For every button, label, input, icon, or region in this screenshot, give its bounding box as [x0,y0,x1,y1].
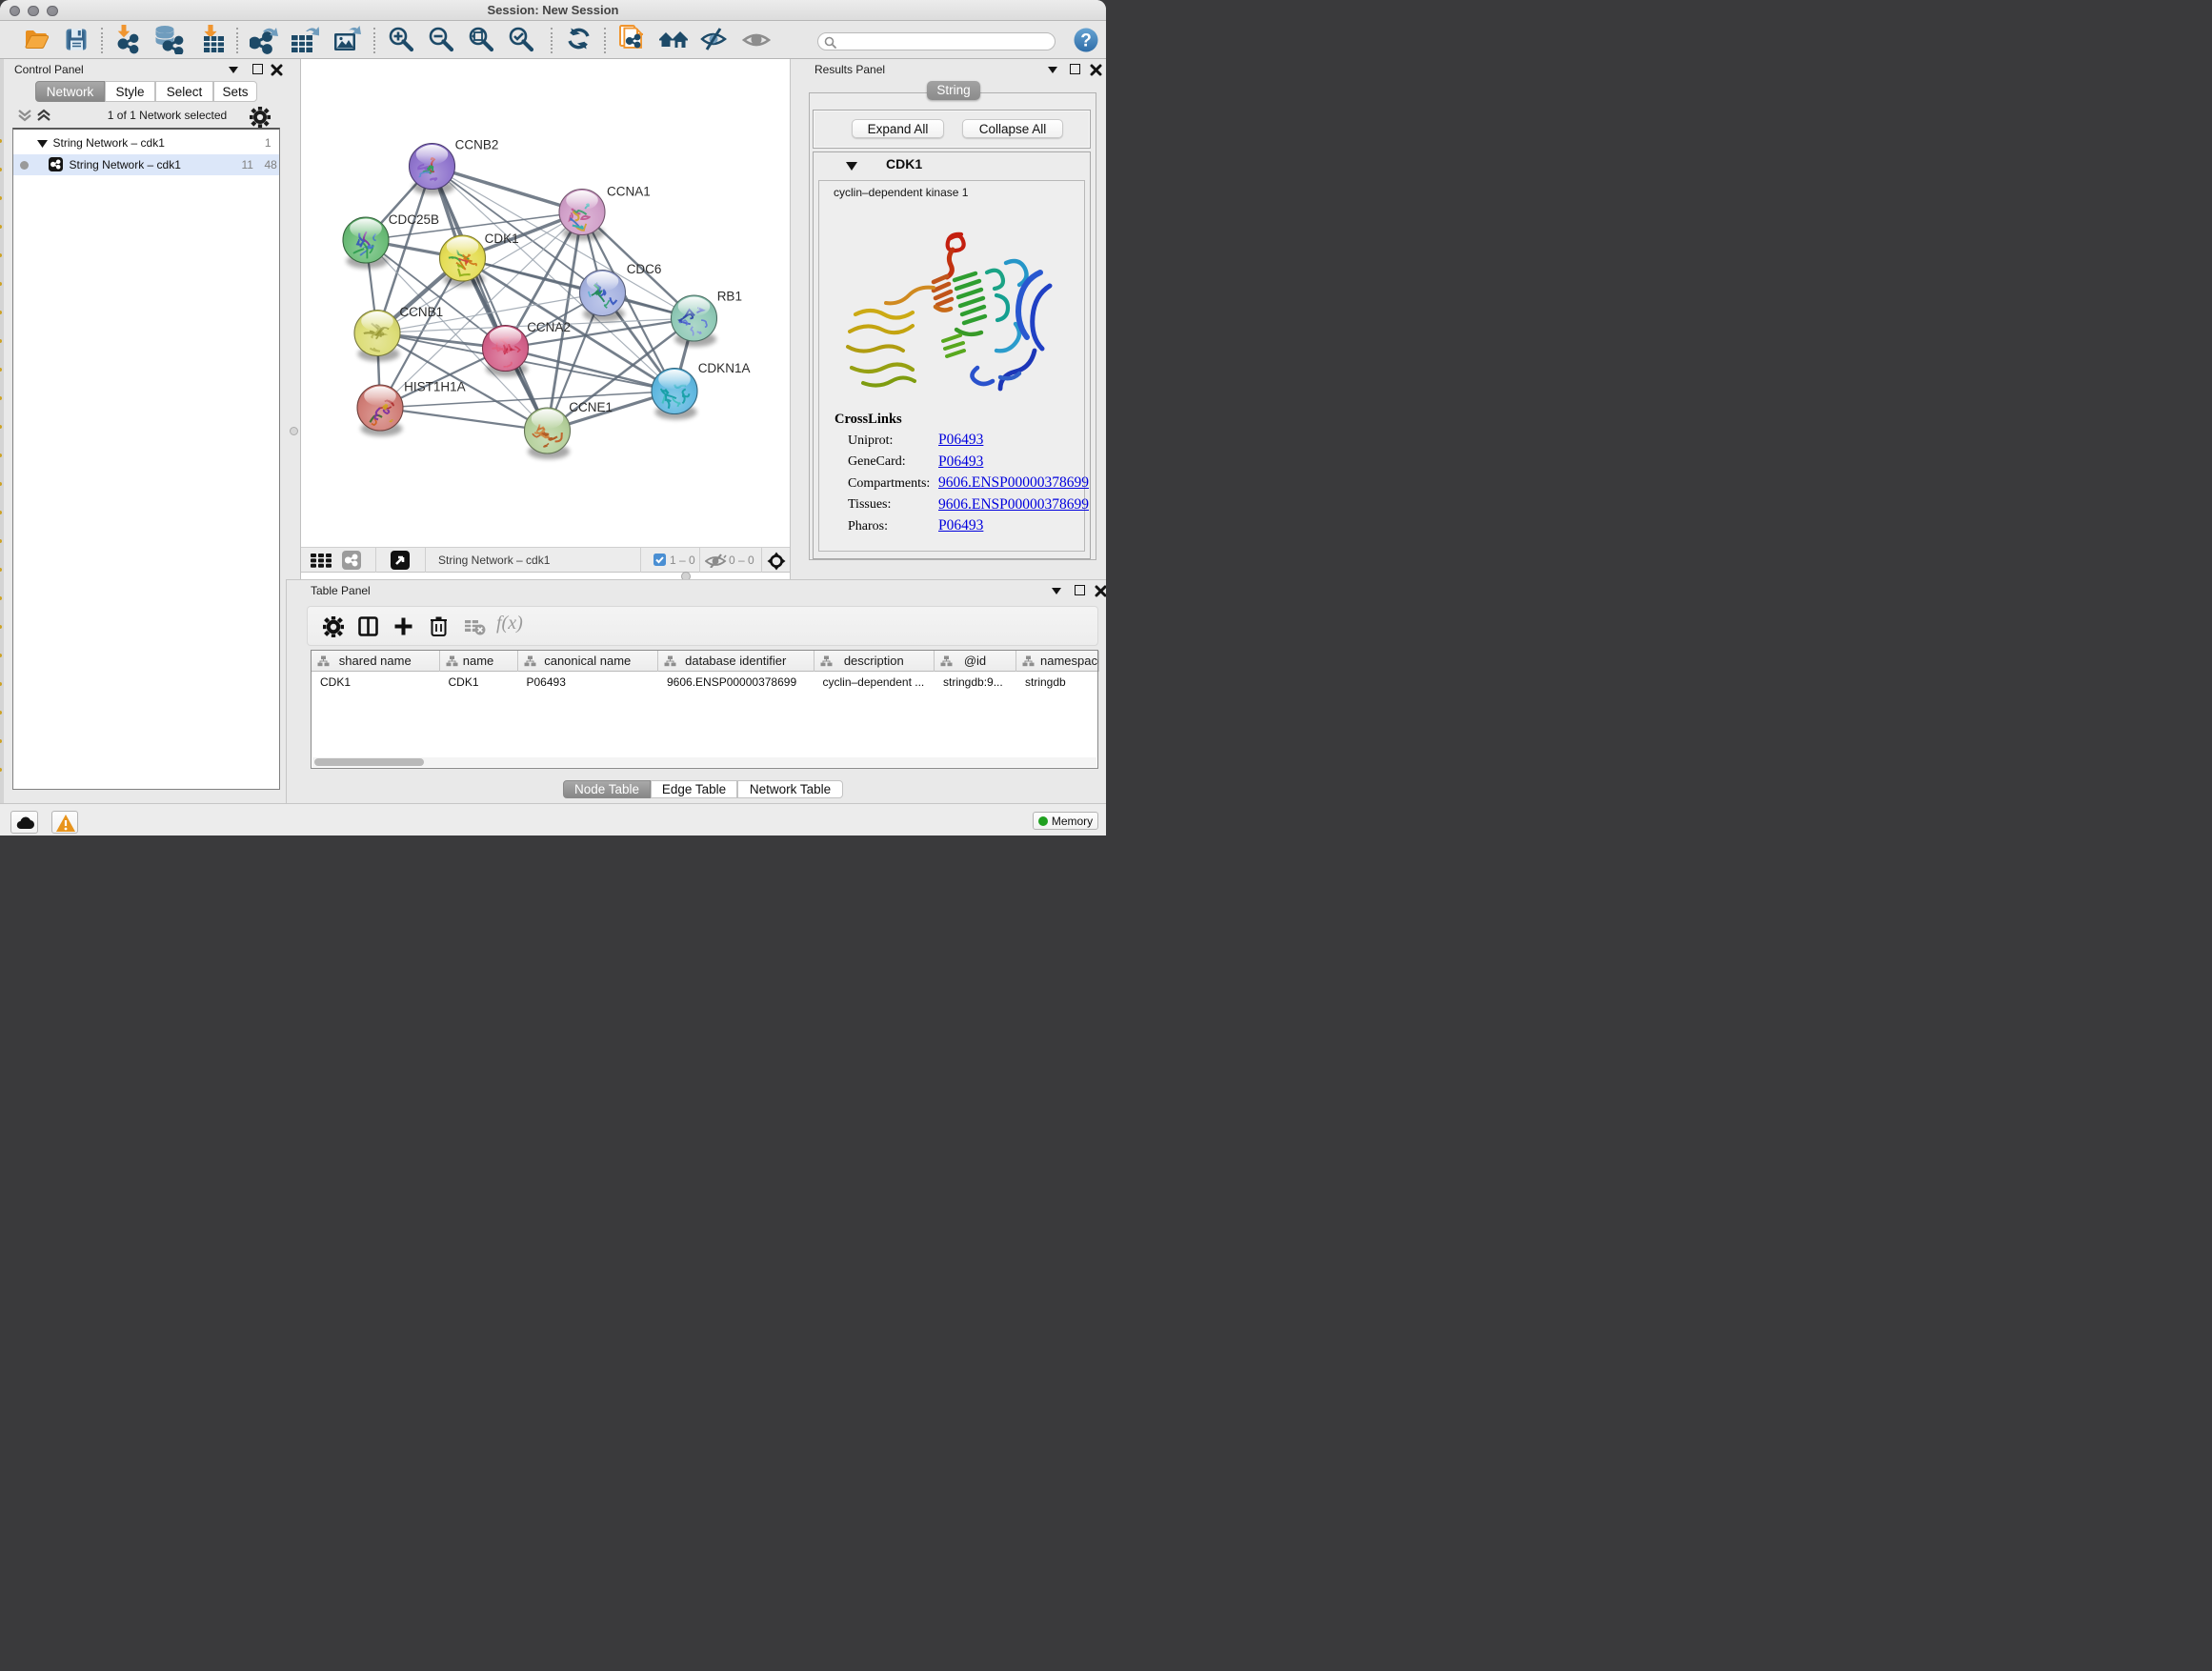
svg-text:?: ? [1080,31,1092,51]
svg-text:CCNB2: CCNB2 [455,138,499,152]
svg-text:RB1: RB1 [717,290,742,304]
svg-text:CDC6: CDC6 [627,262,662,276]
svg-text:CDKN1A: CDKN1A [698,361,751,375]
svg-text:CCNE1: CCNE1 [569,400,613,414]
svg-text:CDC25B: CDC25B [389,212,439,227]
svg-text:CCNB1: CCNB1 [399,305,443,319]
svg-text:CCNA2: CCNA2 [527,320,571,334]
svg-text:HIST1H1A: HIST1H1A [404,380,466,394]
svg-text:CDK1: CDK1 [485,232,519,246]
svg-text:CCNA1: CCNA1 [607,185,651,199]
